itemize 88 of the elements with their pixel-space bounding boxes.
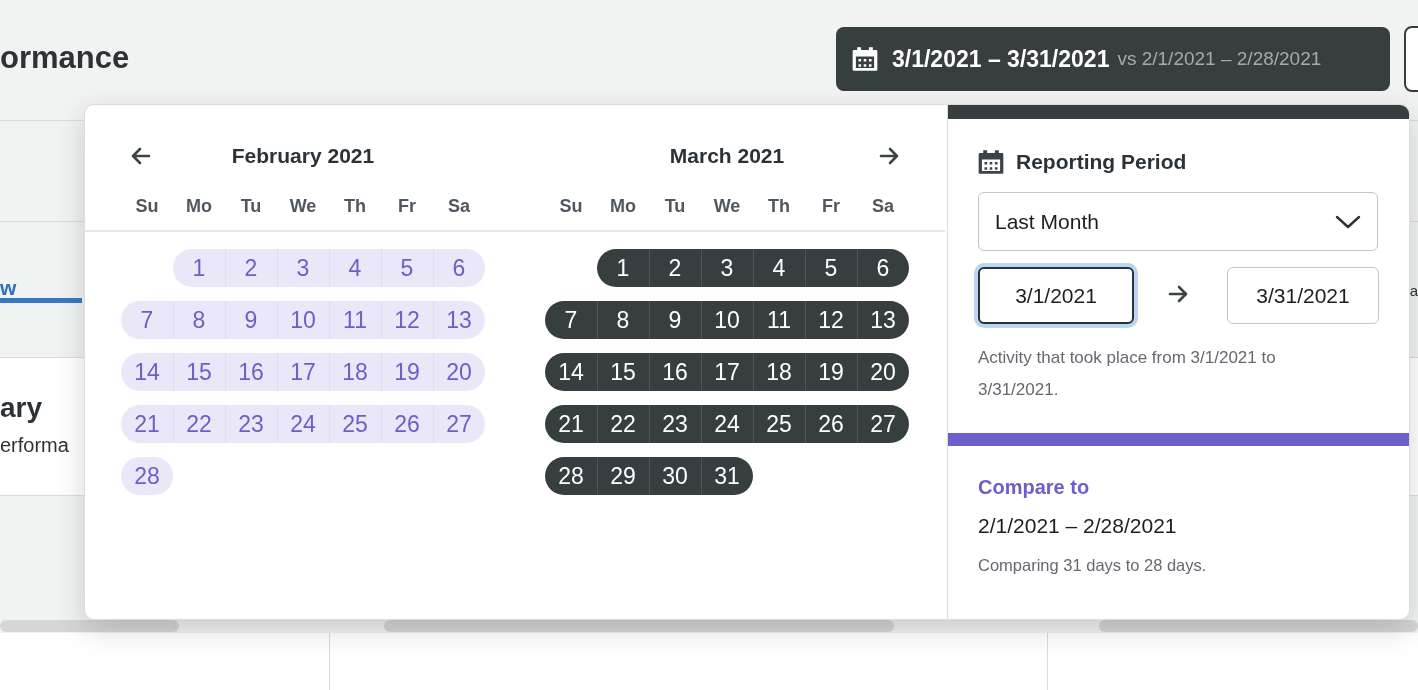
calendar-day[interactable]: 20 xyxy=(433,353,485,391)
page-title: ormance xyxy=(0,40,130,76)
calendar-day[interactable]: 15 xyxy=(597,353,649,391)
calendar-day[interactable]: 13 xyxy=(433,301,485,339)
weekday-label: Su xyxy=(134,195,160,217)
weekday-label: We xyxy=(288,195,318,217)
calendar-day[interactable]: 3 xyxy=(701,249,753,287)
section-heading: Reporting Period xyxy=(1016,150,1187,174)
calendar-day[interactable]: 7 xyxy=(121,301,173,339)
calendar-day[interactable]: 31 xyxy=(701,457,753,495)
calendar-day[interactable]: 17 xyxy=(701,353,753,391)
calendar-day[interactable]: 3 xyxy=(277,249,329,287)
month-title: February 2021 xyxy=(230,144,376,168)
calendar-day[interactable]: 18 xyxy=(329,353,381,391)
calendar-day[interactable]: 8 xyxy=(597,301,649,339)
weekday-label: Tu xyxy=(663,195,687,217)
calendar-day[interactable]: 7 xyxy=(545,301,597,339)
calendar-day[interactable]: 19 xyxy=(381,353,433,391)
calendar-day[interactable]: 19 xyxy=(805,353,857,391)
weekday-label: Su xyxy=(558,195,584,217)
calendar-day[interactable]: 9 xyxy=(225,301,277,339)
calendar-day[interactable]: 12 xyxy=(381,301,433,339)
weekday-label: Sa xyxy=(447,195,471,217)
calendar-day[interactable]: 5 xyxy=(805,249,857,287)
calendar-day[interactable]: 11 xyxy=(329,301,381,339)
calendar-day[interactable]: 6 xyxy=(433,249,485,287)
end-date-field[interactable]: 3/31/2021 xyxy=(1227,267,1379,324)
calendar-day[interactable]: 30 xyxy=(649,457,701,495)
calendar-day[interactable]: 5 xyxy=(381,249,433,287)
calendar-day[interactable]: 10 xyxy=(701,301,753,339)
calendar-day[interactable]: 4 xyxy=(753,249,805,287)
calendar-day[interactable]: 28 xyxy=(545,457,597,495)
month-title: March 2021 xyxy=(668,144,786,168)
start-date-field[interactable]: 3/1/2021 xyxy=(978,267,1134,324)
calendar-day[interactable]: 21 xyxy=(545,405,597,443)
calendar-day[interactable]: 4 xyxy=(329,249,381,287)
calendar-day[interactable]: 6 xyxy=(857,249,909,287)
weekday-label: We xyxy=(712,195,742,217)
calendar-day[interactable]: 29 xyxy=(597,457,649,495)
calendar-day[interactable]: 16 xyxy=(225,353,277,391)
calendar-day[interactable]: 23 xyxy=(649,405,701,443)
weekday-label: Fr xyxy=(397,195,417,217)
weekday-label: Mo xyxy=(185,195,213,217)
calendar-day[interactable]: 28 xyxy=(121,457,173,495)
calendar-day[interactable]: 25 xyxy=(329,405,381,443)
compare-range: 2/1/2021 – 2/28/2021 xyxy=(978,514,1178,538)
calendar-day[interactable]: 14 xyxy=(121,353,173,391)
calendar-day[interactable]: 14 xyxy=(545,353,597,391)
weekday-label: Th xyxy=(767,195,791,217)
calendar-day[interactable]: 27 xyxy=(857,405,909,443)
calendar-day[interactable]: 20 xyxy=(857,353,909,391)
compare-description: Comparing 31 days to 28 days. xyxy=(978,556,1208,575)
calendar-day[interactable]: 10 xyxy=(277,301,329,339)
calendar-day[interactable]: 24 xyxy=(701,405,753,443)
weekday-label: Sa xyxy=(871,195,895,217)
weekday-label: Mo xyxy=(609,195,637,217)
calendar-day[interactable]: 26 xyxy=(381,405,433,443)
calendar-day[interactable]: 1 xyxy=(173,249,225,287)
card-subtitle: erforma xyxy=(0,434,69,457)
calendar-day[interactable]: 11 xyxy=(753,301,805,339)
calendar-day[interactable]: 25 xyxy=(753,405,805,443)
period-dropdown[interactable]: Last Month xyxy=(978,192,1378,251)
calendar-day[interactable]: 22 xyxy=(597,405,649,443)
calendar-day[interactable]: 27 xyxy=(433,405,485,443)
card-title: ary xyxy=(0,392,43,424)
calendar-day[interactable]: 26 xyxy=(805,405,857,443)
tab-label: a xyxy=(1409,282,1418,299)
calendar-day[interactable]: 12 xyxy=(805,301,857,339)
calendar-day[interactable]: 18 xyxy=(753,353,805,391)
calendar-day[interactable]: 2 xyxy=(649,249,701,287)
weekday-label: Tu xyxy=(239,195,263,217)
period-description: Activity that took place from 3/1/2021 to 3/31/2021. xyxy=(978,347,1277,401)
calendar-day[interactable]: 24 xyxy=(277,405,329,443)
compare-heading: Compare to xyxy=(978,476,1091,500)
weekday-label: Fr xyxy=(821,195,841,217)
calendar-day[interactable]: 9 xyxy=(649,301,701,339)
calendar-day[interactable]: 22 xyxy=(173,405,225,443)
calendar-day[interactable]: 2 xyxy=(225,249,277,287)
calendar-day[interactable]: 8 xyxy=(173,301,225,339)
date-range-button[interactable]: 3/1/2021 – 3/31/2021 vs 2/1/2021 – 2/28/2021 xyxy=(836,27,1390,91)
weekday-label: Th xyxy=(343,195,367,217)
calendar-day[interactable]: 13 xyxy=(857,301,909,339)
calendar-day[interactable]: 23 xyxy=(225,405,277,443)
calendar-day[interactable]: 17 xyxy=(277,353,329,391)
calendar-day[interactable]: 1 xyxy=(597,249,649,287)
calendar-day[interactable]: 15 xyxy=(173,353,225,391)
calendar-day[interactable]: 16 xyxy=(649,353,701,391)
calendar-day[interactable]: 21 xyxy=(121,405,173,443)
